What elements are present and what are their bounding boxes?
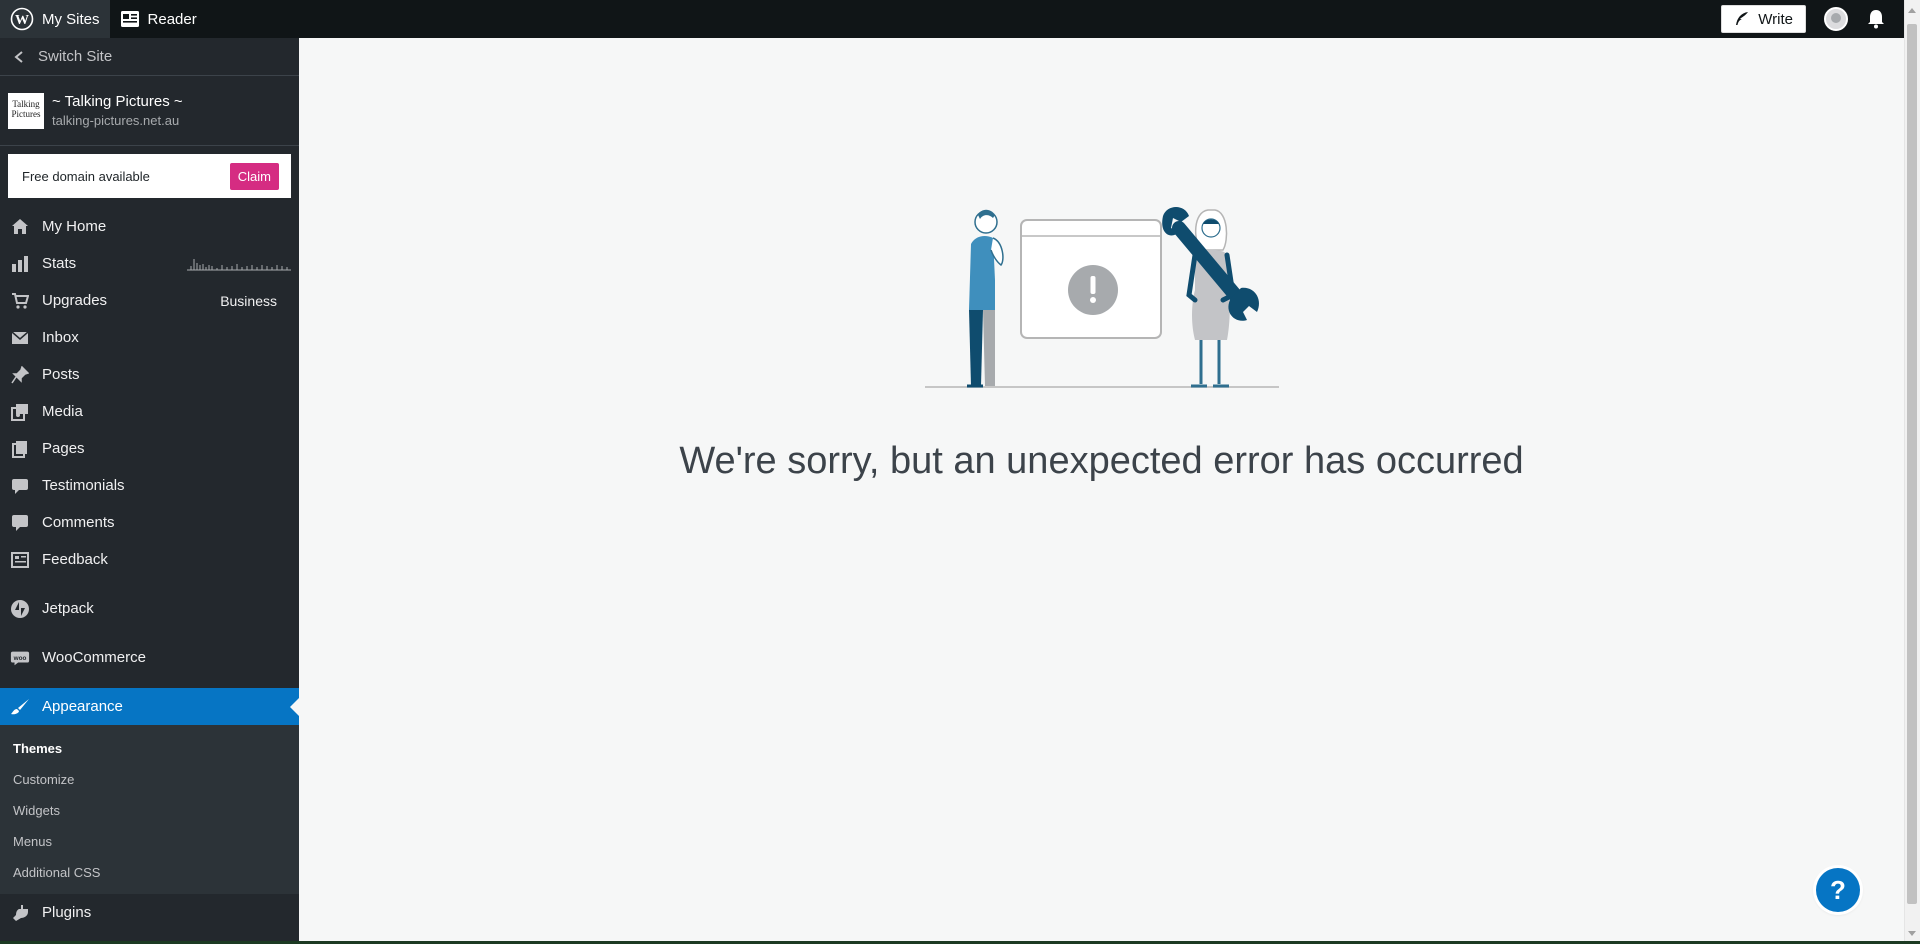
claim-button[interactable]: Claim [229, 162, 279, 190]
write-label: Write [1758, 10, 1793, 28]
sidebar-item-posts[interactable]: Posts [0, 356, 299, 393]
site-icon: Talking Pictures [8, 92, 44, 129]
site-name: ~ Talking Pictures ~ [52, 93, 183, 110]
sidebar-item-label: Upgrades [42, 292, 108, 309]
wordpress-logo-icon: W [10, 7, 34, 31]
sidebar-item-label: Comments [42, 514, 115, 531]
stats-icon [10, 254, 30, 274]
error-illustration [925, 207, 1279, 388]
my-sites-label: My Sites [42, 10, 100, 28]
sidebar-item-label: Appearance [42, 698, 123, 715]
main-content: We're sorry, but an unexpected error has… [299, 38, 1904, 941]
chevron-left-icon [14, 50, 23, 63]
submenu-item-widgets[interactable]: Widgets [0, 795, 299, 826]
svg-text:woo: woo [13, 654, 27, 661]
sidebar-item-feedback[interactable]: Feedback [0, 541, 299, 578]
write-button[interactable]: Write [1721, 5, 1806, 33]
plug-icon [10, 903, 30, 923]
sidebar-item-testimonials[interactable]: Testimonials [0, 467, 299, 504]
switch-site-button[interactable]: Switch Site [0, 38, 299, 76]
sidebar-item-label: Plugins [42, 904, 92, 921]
sidebar-item-label: Inbox [42, 329, 79, 346]
current-site[interactable]: Talking Pictures ~ Talking Pictures ~ tal… [0, 76, 299, 146]
sidebar-item-label: Posts [42, 366, 80, 383]
svg-text:W: W [15, 13, 29, 28]
quote-icon [10, 476, 30, 496]
sidebar-item-plugins[interactable]: Plugins [0, 894, 299, 931]
sidebar-item-stats[interactable]: Stats [0, 245, 299, 282]
feather-icon [1736, 12, 1749, 25]
sidebar-item-label: Stats [42, 255, 77, 272]
submenu-item-themes[interactable]: Themes [0, 733, 299, 764]
submenu-item-customize[interactable]: Customize [0, 764, 299, 795]
sidebar-item-label: Jetpack [42, 600, 94, 617]
home-icon [10, 217, 30, 237]
plan-badge: Business [220, 292, 277, 309]
sidebar: Switch Site Talking Pictures ~ Talking Pi… [0, 38, 299, 944]
reader-icon [120, 11, 139, 27]
sidebar-item-comments[interactable]: Comments [0, 504, 299, 541]
sidebar-item-label: My Home [42, 218, 107, 235]
error-message: We're sorry, but an unexpected error has… [679, 440, 1524, 482]
sidebar-item-label: Media [42, 403, 83, 420]
comment-icon [10, 513, 30, 533]
help-button[interactable]: ? [1816, 868, 1860, 912]
sidebar-item-label: WooCommerce [42, 649, 146, 666]
sidebar-item-appearance[interactable]: Appearance [0, 688, 299, 725]
pin-icon [10, 365, 30, 385]
scrollbar[interactable] [1904, 0, 1920, 944]
pages-icon [10, 439, 30, 459]
sidebar-item-media[interactable]: Media [0, 393, 299, 430]
feedback-icon [10, 550, 30, 570]
appearance-submenu: Themes Customize Widgets Menus Additiona… [0, 725, 299, 894]
media-icon [10, 402, 30, 422]
scroll-down-arrow-icon[interactable] [1908, 931, 1916, 936]
submenu-item-additional-css[interactable]: Additional CSS [0, 857, 299, 888]
reader-button[interactable]: Reader [110, 0, 207, 38]
scroll-up-arrow-icon[interactable] [1908, 8, 1916, 13]
scrollbar-thumb[interactable] [1907, 24, 1917, 904]
sidebar-item-jetpack[interactable]: Jetpack [0, 590, 299, 627]
sidebar-item-my-home[interactable]: My Home [0, 208, 299, 245]
sidebar-item-woocommerce[interactable]: woo WooCommerce [0, 639, 299, 676]
free-domain-banner[interactable]: Free domain available Claim [8, 154, 291, 198]
my-sites-button[interactable]: W My Sites [0, 0, 110, 38]
cart-icon [10, 291, 30, 311]
masterbar: W My Sites Reader Write [0, 0, 1920, 38]
switch-site-label: Switch Site [38, 48, 113, 65]
sidebar-item-label: Pages [42, 440, 85, 457]
stats-sparkline-icon [187, 259, 291, 271]
woo-icon: woo [10, 648, 30, 668]
sidebar-item-label: Feedback [42, 551, 108, 568]
notifications-bell-icon[interactable] [1866, 8, 1886, 30]
sidebar-item-pages[interactable]: Pages [0, 430, 299, 467]
mail-icon [10, 328, 30, 348]
site-url[interactable]: talking-pictures.net.au [52, 113, 183, 128]
jetpack-icon [10, 599, 30, 619]
sidebar-item-inbox[interactable]: Inbox [0, 319, 299, 356]
avatar[interactable] [1824, 7, 1848, 31]
brush-icon [10, 697, 30, 717]
sidebar-item-label: Testimonials [42, 477, 125, 494]
question-icon: ? [1830, 874, 1846, 905]
free-domain-text: Free domain available [22, 168, 150, 184]
submenu-item-menus[interactable]: Menus [0, 826, 299, 857]
sidebar-item-upgrades[interactable]: Upgrades Business [0, 282, 299, 319]
reader-label: Reader [147, 10, 197, 28]
